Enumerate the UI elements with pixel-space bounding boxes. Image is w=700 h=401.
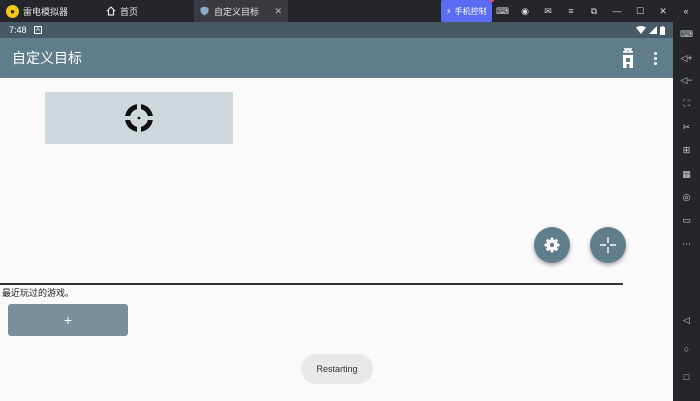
add-game-button[interactable]: + [8, 304, 128, 336]
record-icon[interactable]: ◎ [673, 190, 700, 204]
minimize-icon[interactable]: — [611, 6, 623, 16]
crosshair-plus-icon [600, 237, 616, 253]
gamepad-icon[interactable]: ⌨ [496, 6, 509, 17]
tab-custom-target-label: 自定义目标 [214, 6, 260, 17]
emulator-logo: ● 雷电模拟器 [6, 0, 68, 22]
emulator-side-toolbar: ⌨ ◁+ ◁− ⛶ ✂ ⊞ ▦ ◎ ▭ ⋯ ◁ ○ □ [673, 22, 700, 401]
tab-close-icon[interactable]: ✕ [274, 6, 282, 17]
overflow-menu-icon[interactable] [648, 47, 662, 69]
emulator-app-name: 雷电模拟器 [23, 6, 69, 17]
phone-control-label: 手机控制 [454, 6, 487, 16]
keyboard-icon[interactable]: ⌨ [673, 27, 700, 41]
emulator-title-bar: ● 雷电模拟器 首页 自定义目标 ✕ ⚡ 手机控制 ⌨ ◉ ✉ ≡ ⧉ — ☐ … [0, 0, 700, 22]
shield-icon [200, 6, 209, 16]
settings-fab[interactable] [534, 227, 570, 263]
cut-icon[interactable]: ✂ [673, 120, 700, 134]
status-indicators [636, 25, 665, 35]
target-card[interactable] [45, 92, 233, 144]
user-icon[interactable]: ◉ [519, 6, 531, 17]
tab-home[interactable]: 首页 [106, 0, 138, 22]
toast-message: Restarting [301, 354, 373, 384]
add-target-fab[interactable] [590, 227, 626, 263]
battery-icon [660, 25, 665, 35]
notification-dot [489, 0, 494, 2]
more-icon[interactable]: ⋯ [673, 237, 700, 251]
add-app-icon[interactable]: ⊞ [673, 143, 700, 157]
page-title: 自定义目标 [12, 50, 82, 66]
android-screen: 7:48 A 自定义目标 最近玩过的游戏。 + Restarting [0, 22, 673, 401]
tower-icon[interactable] [619, 47, 637, 69]
recents-icon[interactable]: □ [673, 370, 700, 384]
recent-games-label: 最近玩过的游戏。 [2, 288, 75, 298]
collapse-sidebar-icon[interactable]: « [680, 6, 692, 16]
ldplayer-logo-icon: ● [6, 4, 19, 18]
tab-custom-target[interactable]: 自定义目标 ✕ [194, 0, 288, 22]
emulator-window-controls: ⌨ ◉ ✉ ≡ ⧉ — ☐ ✕ « [496, 0, 692, 22]
wifi-icon [636, 26, 646, 34]
close-icon[interactable]: ✕ [657, 6, 669, 17]
signal-icon [649, 26, 657, 34]
section-divider [0, 283, 623, 285]
notification-a-icon: A [34, 26, 42, 34]
home-icon [106, 6, 116, 16]
volume-down-icon[interactable]: ◁− [673, 73, 700, 87]
menu-icon[interactable]: ≡ [565, 6, 577, 16]
tab-home-label: 首页 [120, 6, 139, 17]
home-circle-icon[interactable]: ○ [673, 342, 700, 356]
folder-icon[interactable]: ▭ [673, 213, 700, 227]
app-bar: 自定义目标 [0, 38, 673, 78]
lightning-icon: ⚡ [446, 6, 452, 16]
crosshair-icon [124, 103, 154, 133]
apk-icon[interactable]: ▦ [673, 167, 700, 181]
status-time: 7:48 [9, 25, 27, 35]
status-bar: 7:48 A [0, 22, 673, 38]
mail-icon[interactable]: ✉ [542, 6, 554, 17]
gear-icon [544, 237, 560, 253]
phone-control-button[interactable]: ⚡ 手机控制 [441, 0, 494, 22]
maximize-icon[interactable]: ☐ [634, 6, 646, 17]
volume-up-icon[interactable]: ◁+ [673, 51, 700, 65]
screenshot-icon[interactable]: ⛶ [673, 96, 700, 110]
restore-icon[interactable]: ⧉ [588, 6, 600, 17]
back-icon[interactable]: ◁ [673, 313, 700, 327]
